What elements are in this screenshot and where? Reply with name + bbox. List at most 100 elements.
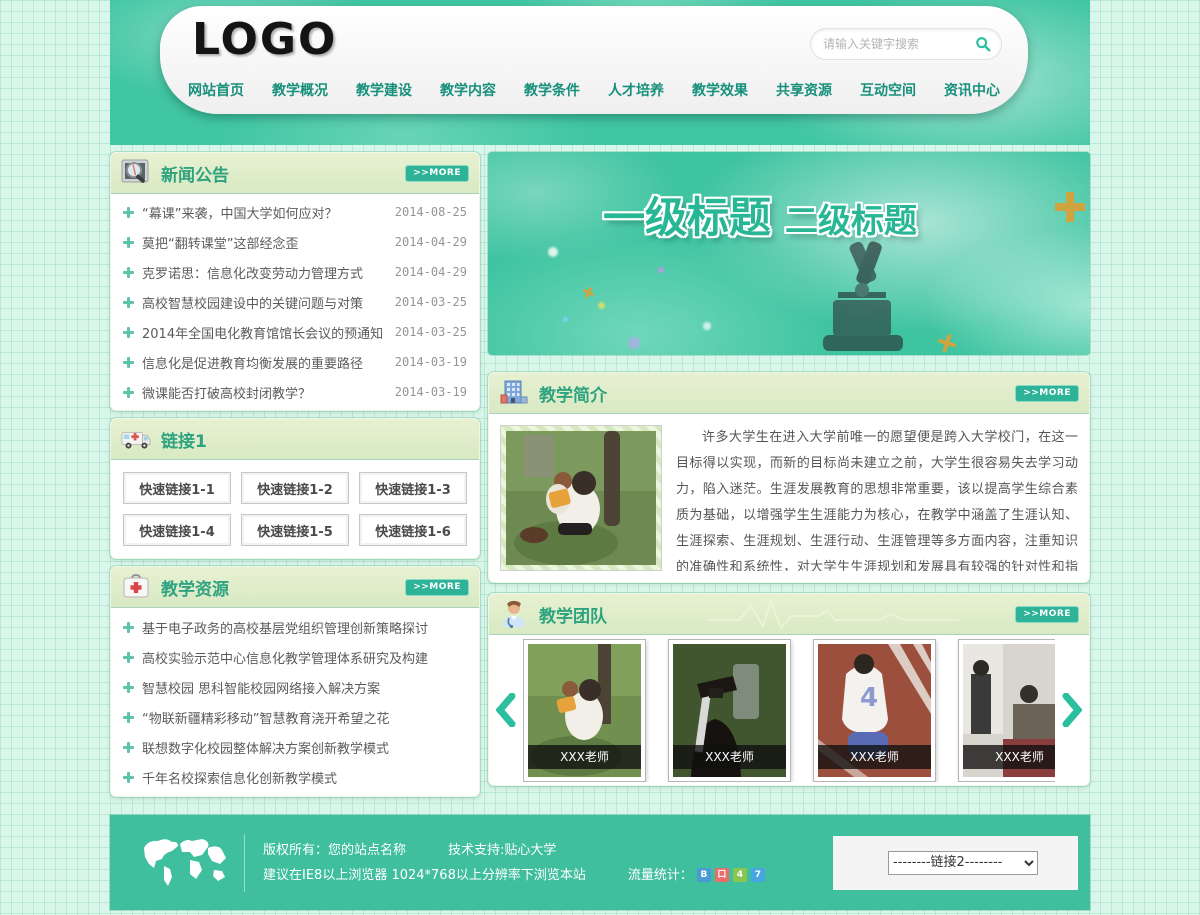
teacher-name-label: XXX老师 — [963, 745, 1055, 769]
gold-plus-decoration — [1055, 192, 1085, 222]
teacher-card[interactable]: 4 XXX老师 — [813, 639, 936, 782]
nav-item-effect[interactable]: 教学效果 — [692, 80, 748, 100]
quick-link-button[interactable]: 快速链接1-4 — [123, 514, 231, 546]
teacher-card[interactable]: XXX老师 — [668, 639, 791, 782]
resource-item[interactable]: “物联新疆精彩移动”智慧教育浇开希望之花 — [123, 702, 467, 732]
teacher-name-label: XXX老师 — [673, 745, 786, 769]
world-map-icon — [138, 834, 230, 892]
nav-item-content[interactable]: 教学内容 — [440, 80, 496, 100]
first-aid-kit-icon — [121, 573, 151, 601]
heartbeat-line-decoration — [709, 598, 969, 632]
building-icon — [499, 379, 529, 407]
teacher-card[interactable]: XXX老师 — [958, 639, 1055, 782]
quick-link-button[interactable]: 快速链接1-1 — [123, 472, 231, 504]
resource-item[interactable]: 联想数字化校园整体解决方案创新教学模式 — [123, 732, 467, 762]
plus-bullet-icon — [123, 237, 134, 248]
stat-icon-2[interactable]: 口 — [715, 868, 729, 882]
header-band: LOGO 网站首页 教学概况 教学建设 教学内容 教学条件 人才培养 教学效果 … — [110, 0, 1090, 145]
news-more-button[interactable]: >>MORE — [405, 165, 469, 182]
plus-bullet-icon — [123, 297, 134, 308]
intro-body: 许多大学生在进入大学前唯一的愿望便是跨入大学校门，在这一目标得以实现，而新的目标… — [489, 414, 1089, 582]
plus-bullet-icon — [123, 712, 134, 723]
footer-support: 技术支持:贴心大学 — [448, 843, 556, 858]
team-panel: 教学团队 >>MORE — [488, 593, 1090, 786]
stat-icon-1[interactable]: B — [697, 868, 711, 882]
plus-bullet-icon — [123, 682, 134, 693]
footer-stat-icons: B口47 — [697, 868, 765, 882]
news-list: “幕课”来袭，中国大学如何应对？2014-08-25 莫把“翻转课堂”这部经念歪… — [111, 194, 479, 410]
microscope-illustration — [778, 240, 938, 355]
intro-title: 教学简介 — [539, 381, 607, 406]
news-item[interactable]: 莫把“翻转课堂”这部经念歪2014-04-29 — [123, 227, 467, 257]
main-column: 一级标题二级标题 — [488, 152, 1090, 786]
header-card: LOGO 网站首页 教学概况 教学建设 教学内容 教学条件 人才培养 教学效果 … — [160, 6, 1028, 114]
banner-title: 一级标题二级标题 — [603, 184, 917, 245]
news-item[interactable]: “幕课”来袭，中国大学如何应对？2014-08-25 — [123, 197, 467, 227]
intro-more-button[interactable]: >>MORE — [1015, 385, 1079, 402]
resource-item[interactable]: 千年名校探索信息化创新教学模式 — [123, 762, 467, 792]
nav-item-sharing[interactable]: 共享资源 — [776, 80, 832, 100]
banner-title-secondary: 二级标题 — [785, 201, 917, 240]
search-input[interactable] — [821, 36, 975, 52]
search-icon[interactable] — [975, 35, 991, 53]
quick-link-button[interactable]: 快速链接1-2 — [241, 472, 349, 504]
sidebar: 新闻公告 >>MORE “幕课”来袭，中国大学如何应对？2014-08-25 莫… — [110, 152, 480, 797]
plus-bullet-icon — [123, 267, 134, 278]
resource-item[interactable]: 智慧校园 思科智能校园网络接入解决方案 — [123, 672, 467, 702]
resources-list: 基于电子政务的高校基层党组织管理创新策略探讨 高校实验示范中心信息化教学管理体系… — [111, 608, 479, 796]
footer-browser-note: 建议在IE8以上浏览器 1024*768以上分辨率下浏览本站 — [263, 868, 586, 883]
footer-stats-label: 流量统计： — [628, 868, 693, 883]
search-box — [810, 28, 1002, 60]
footer-copyright: 版权所有：您的站点名称 — [263, 843, 406, 858]
bottom-strip — [110, 910, 1090, 915]
nav-item-news-center[interactable]: 资讯中心 — [944, 80, 1000, 100]
quick-link-button[interactable]: 快速链接1-5 — [241, 514, 349, 546]
banner-title-primary: 一级标题 — [603, 193, 771, 242]
team-more-button[interactable]: >>MORE — [1015, 606, 1079, 623]
news-date: 2014-03-19 — [395, 385, 467, 399]
nav-item-overview[interactable]: 教学概况 — [272, 80, 328, 100]
stat-icon-3[interactable]: 4 — [733, 868, 747, 882]
resources-title: 教学资源 — [161, 575, 229, 600]
teacher-card[interactable]: XXX老师 — [523, 639, 646, 782]
main-nav: 网站首页 教学概况 教学建设 教学内容 教学条件 人才培养 教学效果 共享资源 … — [188, 80, 1000, 100]
nav-item-home[interactable]: 网站首页 — [188, 80, 244, 100]
news-date: 2014-03-19 — [395, 355, 467, 369]
news-item[interactable]: 高校智慧校园建设中的关键问题与对策2014-03-25 — [123, 287, 467, 317]
quick-link-button[interactable]: 快速链接1-6 — [359, 514, 467, 546]
quick-link-button[interactable]: 快速链接1-3 — [359, 472, 467, 504]
site-logo: LOGO — [192, 14, 337, 65]
news-title: 新闻公告 — [161, 161, 229, 186]
nav-item-conditions[interactable]: 教学条件 — [524, 80, 580, 100]
news-item[interactable]: 信息化是促进教育均衡发展的重要路径2014-03-19 — [123, 347, 467, 377]
intro-panel: 教学简介 >>MORE — [488, 372, 1090, 583]
hero-banner: 一级标题二级标题 — [488, 152, 1090, 355]
quick-links-grid: 快速链接1-1 快速链接1-2 快速链接1-3 快速链接1-4 快速链接1-5 … — [111, 460, 479, 558]
plus-bullet-icon — [123, 622, 134, 633]
footer-divider — [244, 834, 245, 892]
news-date: 2014-03-25 — [395, 295, 467, 309]
nav-item-construction[interactable]: 教学建设 — [356, 80, 412, 100]
carousel-prev-button[interactable] — [489, 693, 523, 727]
page-container: LOGO 网站首页 教学概况 教学建设 教学内容 教学条件 人才培养 教学效果 … — [110, 0, 1090, 915]
resource-item[interactable]: 高校实验示范中心信息化教学管理体系研究及构建 — [123, 642, 467, 672]
stat-icon-4[interactable]: 7 — [751, 868, 765, 882]
news-date: 2014-08-25 — [395, 205, 467, 219]
nav-item-interaction[interactable]: 互动空间 — [860, 80, 916, 100]
links-header: 链接1 — [111, 419, 479, 460]
doctor-icon — [499, 600, 529, 628]
monitor-magnifier-icon — [121, 159, 151, 187]
news-item[interactable]: 2014年全国电化教育馆馆长会议的预通知2014-03-25 — [123, 317, 467, 347]
footer-links-select[interactable]: --------链接2-------- — [888, 851, 1038, 875]
plus-bullet-icon — [123, 327, 134, 338]
resources-more-button[interactable]: >>MORE — [405, 579, 469, 596]
footer-text: 版权所有：您的站点名称 技术支持:贴心大学 建议在IE8以上浏览器 1024*76… — [263, 838, 765, 888]
resource-item[interactable]: 基于电子政务的高校基层党组织管理创新策略探讨 — [123, 612, 467, 642]
news-date: 2014-04-29 — [395, 235, 467, 249]
carousel-next-button[interactable] — [1055, 693, 1089, 727]
news-item[interactable]: 克罗诺思：信息化改变劳动力管理方式2014-04-29 — [123, 257, 467, 287]
news-item[interactable]: 微课能否打破高校封闭教学？2014-03-19 — [123, 377, 467, 407]
nav-item-talent[interactable]: 人才培养 — [608, 80, 664, 100]
team-header: 教学团队 >>MORE — [489, 594, 1089, 635]
gold-plus-decoration — [936, 332, 959, 355]
